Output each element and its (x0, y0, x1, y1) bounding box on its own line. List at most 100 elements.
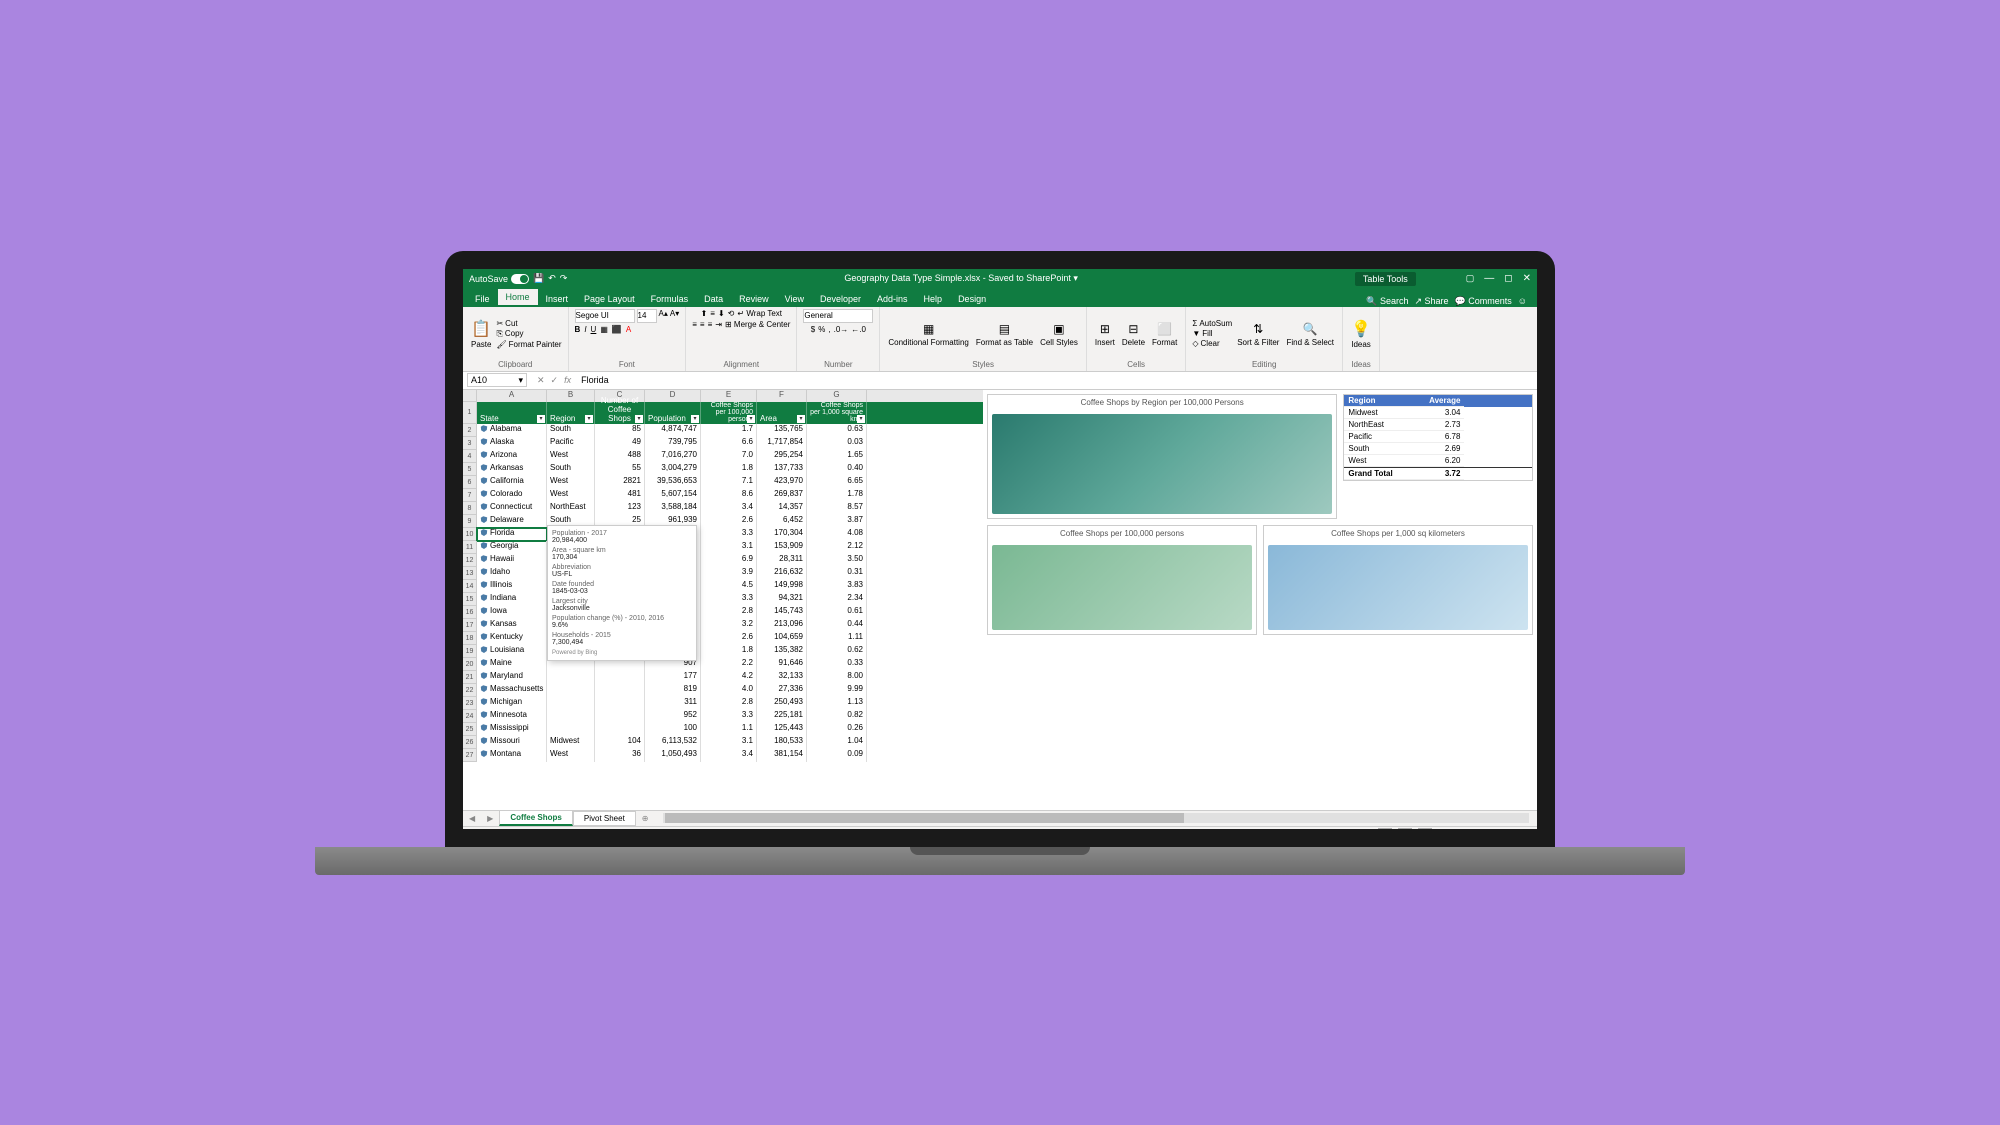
cell[interactable]: 213,096 (757, 619, 807, 632)
cell[interactable]: Arkansas (477, 463, 547, 476)
tab-page-layout[interactable]: Page Layout (576, 291, 643, 307)
smiley-icon[interactable]: ☺ (1518, 296, 1527, 306)
cell[interactable]: 3.3 (701, 528, 757, 541)
cell[interactable]: 125,443 (757, 723, 807, 736)
cell[interactable]: 2.6 (701, 632, 757, 645)
cell[interactable]: 4,874,747 (645, 424, 701, 437)
cell[interactable]: 3.1 (701, 736, 757, 749)
summary-header-region[interactable]: Region (1344, 395, 1414, 407)
cell[interactable]: 1.13 (807, 697, 867, 710)
cell[interactable]: West (547, 450, 595, 463)
table-row[interactable]: MontanaWest361,050,4933.4381,1540.09 (477, 749, 983, 762)
row-header[interactable]: 19 (463, 645, 477, 658)
find-select-button[interactable]: 🔍Find & Select (1284, 319, 1336, 349)
align-right-icon[interactable]: ≡ (708, 320, 713, 329)
cell[interactable]: South (547, 463, 595, 476)
increase-decimal-icon[interactable]: .0→ (834, 325, 849, 334)
cell[interactable]: 1.78 (807, 489, 867, 502)
cell[interactable]: 0.26 (807, 723, 867, 736)
cell[interactable]: 1.11 (807, 632, 867, 645)
row-header[interactable]: 10 (463, 528, 477, 541)
cell[interactable]: 3.50 (807, 554, 867, 567)
share-button[interactable]: ↗ Share (1414, 296, 1448, 307)
copy-button[interactable]: ⎘ Copy (496, 329, 561, 339)
tab-developer[interactable]: Developer (812, 291, 869, 307)
cell[interactable]: 3.9 (701, 567, 757, 580)
cell[interactable]: 3.87 (807, 515, 867, 528)
orientation-icon[interactable]: ⟲ (728, 309, 735, 318)
comma-icon[interactable]: , (828, 325, 830, 334)
header-state[interactable]: State▾ (477, 402, 547, 424)
underline-button[interactable]: U (591, 325, 597, 334)
cell[interactable] (547, 723, 595, 736)
cell[interactable]: 2.6 (701, 515, 757, 528)
table-row[interactable]: ArkansasSouth553,004,2791.8137,7330.40 (477, 463, 983, 476)
summary-row[interactable]: Midwest3.04 (1344, 407, 1532, 419)
cell[interactable]: Illinois (477, 580, 547, 593)
cell[interactable]: Michigan (477, 697, 547, 710)
cancel-formula-icon[interactable]: ✕ (537, 375, 545, 386)
sheet-nav-prev-icon[interactable]: ◀ (463, 814, 481, 823)
page-break-view-icon[interactable] (1418, 828, 1432, 829)
cell[interactable]: 137,733 (757, 463, 807, 476)
normal-view-icon[interactable] (1378, 828, 1392, 829)
cell[interactable]: 8.00 (807, 671, 867, 684)
filter-icon[interactable]: ▾ (585, 415, 593, 423)
cell[interactable]: 6,452 (757, 515, 807, 528)
cell[interactable]: 49 (595, 437, 645, 450)
enter-formula-icon[interactable]: ✓ (551, 375, 559, 386)
cell[interactable]: 104,659 (757, 632, 807, 645)
table-row[interactable]: AlaskaPacific49739,7956.61,717,8540.03 (477, 437, 983, 450)
number-format-select[interactable] (803, 309, 873, 323)
cell[interactable]: 170,304 (757, 528, 807, 541)
table-row[interactable]: Mississippi1001.1125,4430.26 (477, 723, 983, 736)
cell[interactable]: 9.99 (807, 684, 867, 697)
cell[interactable]: 2.34 (807, 593, 867, 606)
sheet-tab-coffee-shops[interactable]: Coffee Shops (499, 810, 573, 826)
row-header[interactable]: 5 (463, 463, 477, 476)
cell[interactable]: California (477, 476, 547, 489)
cell[interactable]: 27,336 (757, 684, 807, 697)
cell[interactable]: 39,536,653 (645, 476, 701, 489)
summary-row[interactable]: West6.20 (1344, 455, 1532, 467)
cell[interactable]: NorthEast (547, 502, 595, 515)
cell[interactable] (547, 671, 595, 684)
cell[interactable] (547, 684, 595, 697)
row-header[interactable]: 8 (463, 502, 477, 515)
cell[interactable]: 295,254 (757, 450, 807, 463)
percent-icon[interactable]: % (818, 325, 825, 334)
filter-icon[interactable]: ▾ (635, 415, 643, 423)
cell[interactable]: Indiana (477, 593, 547, 606)
row-header[interactable]: 11 (463, 541, 477, 554)
row-header[interactable]: 9 (463, 515, 477, 528)
row-header[interactable]: 25 (463, 723, 477, 736)
cell[interactable]: 6,113,532 (645, 736, 701, 749)
header-per100k[interactable]: Coffee Shops per 100,000 persons▾ (701, 402, 757, 424)
summary-row[interactable]: South2.69 (1344, 443, 1532, 455)
cell[interactable]: 1.04 (807, 736, 867, 749)
cell[interactable]: 0.33 (807, 658, 867, 671)
cell[interactable]: Iowa (477, 606, 547, 619)
cell[interactable]: 2.2 (701, 658, 757, 671)
currency-icon[interactable]: $ (811, 325, 815, 334)
font-size-select[interactable] (637, 309, 657, 323)
filter-icon[interactable]: ▾ (857, 415, 865, 423)
conditional-formatting-button[interactable]: ▦Conditional Formatting (886, 319, 970, 349)
tab-design[interactable]: Design (950, 291, 994, 307)
cell[interactable]: Mississippi (477, 723, 547, 736)
cell[interactable]: 0.31 (807, 567, 867, 580)
comments-button[interactable]: 💬 Comments (1455, 296, 1512, 307)
close-icon[interactable]: ✕ (1523, 273, 1531, 284)
cell[interactable]: 28,311 (757, 554, 807, 567)
cell[interactable]: Florida (477, 528, 547, 541)
linked-data-card[interactable]: Population - 201720,984,400 Area - squar… (547, 525, 697, 661)
cell[interactable]: 135,382 (757, 645, 807, 658)
ribbon-display-icon[interactable]: ▢ (1466, 273, 1475, 284)
delete-cells-button[interactable]: ⊟Delete (1120, 319, 1147, 349)
redo-icon[interactable]: ↷ (560, 273, 568, 284)
filter-icon[interactable]: ▾ (747, 415, 755, 423)
cell[interactable]: 6.65 (807, 476, 867, 489)
undo-icon[interactable]: ↶ (548, 273, 556, 284)
cell[interactable]: 4.08 (807, 528, 867, 541)
cell[interactable]: 135,765 (757, 424, 807, 437)
